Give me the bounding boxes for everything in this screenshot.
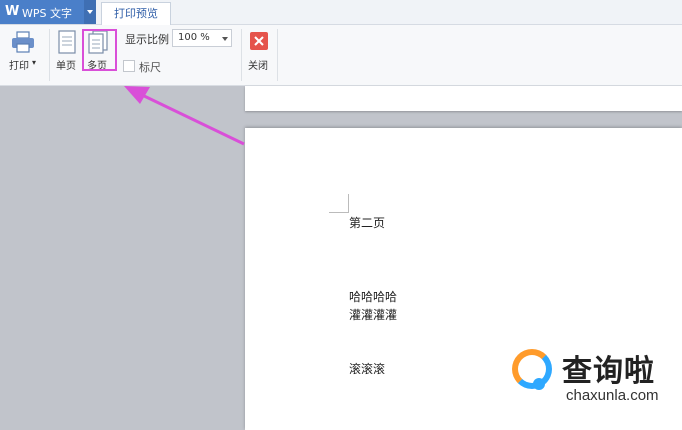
watermark-text: 查询啦	[562, 354, 655, 389]
watermark-logo-icon	[512, 349, 552, 389]
watermark-url: chaxunla.com	[566, 387, 659, 404]
watermark-logo-dot	[533, 378, 545, 390]
